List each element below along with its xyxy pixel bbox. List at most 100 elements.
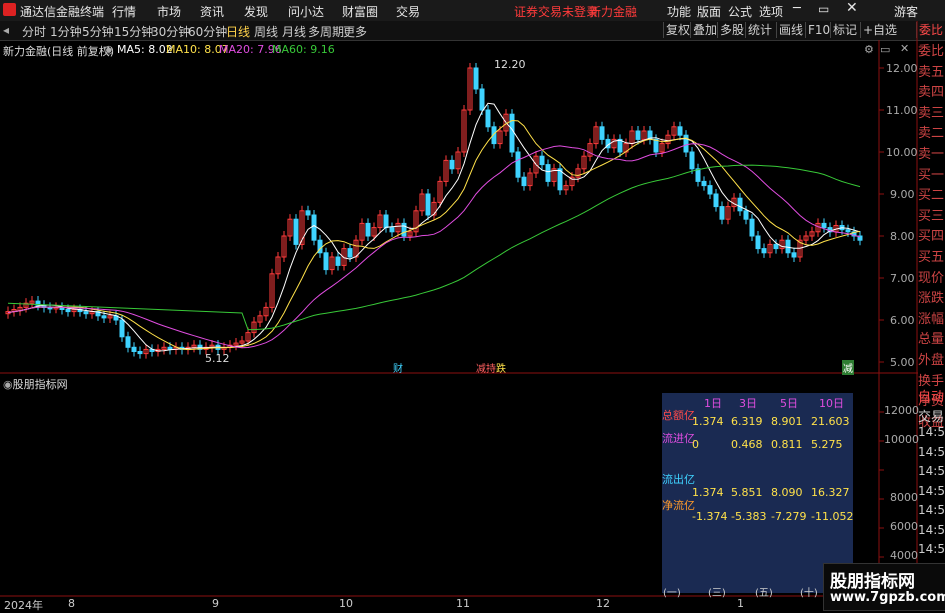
candle-body bbox=[365, 222, 371, 237]
sidebar-item: 卖二 bbox=[918, 126, 945, 142]
candle-body bbox=[389, 227, 395, 233]
sub-chart-toggle-icon[interactable]: ◉ bbox=[3, 378, 13, 391]
x-label: 11 bbox=[456, 597, 470, 610]
candle-body bbox=[755, 235, 761, 250]
flow-cell: 5.275 bbox=[811, 438, 843, 451]
flow-button-5[interactable]: (五) bbox=[755, 584, 773, 599]
flow-cell: 8.901 bbox=[771, 415, 803, 428]
flow-header: 5日 bbox=[780, 397, 798, 410]
flow-cell: -11.052 bbox=[811, 510, 854, 523]
sub-y-tick: 12000 bbox=[884, 404, 919, 417]
candle-body bbox=[347, 248, 353, 258]
candle-body bbox=[713, 193, 719, 208]
flow-cell: 1.374 bbox=[692, 486, 724, 499]
sidebar-item: 委比 bbox=[918, 44, 945, 59]
candle-body bbox=[845, 229, 851, 233]
watermark-url: www.7gpzb.com bbox=[830, 590, 945, 605]
candle-body bbox=[401, 222, 407, 237]
candle-body bbox=[761, 248, 767, 254]
flow-button-3[interactable]: (三) bbox=[708, 584, 726, 599]
flow-cell: 0 bbox=[692, 438, 699, 451]
flow-cell: 1.374 bbox=[692, 415, 724, 428]
ma20-line bbox=[7, 143, 861, 349]
candle-body bbox=[599, 126, 605, 140]
candle-body bbox=[677, 126, 683, 136]
candle-body bbox=[65, 309, 71, 313]
flow-cell: -1.374 bbox=[692, 510, 728, 523]
candle-body bbox=[707, 185, 713, 195]
candle-body bbox=[821, 222, 827, 229]
flow-row-label: 流进亿 bbox=[662, 432, 695, 445]
sub-chart-title-text: 股朋指标网 bbox=[12, 378, 68, 391]
high-label: 12.20 bbox=[494, 58, 526, 71]
x-label: 2024年 bbox=[4, 599, 43, 612]
candle-body bbox=[773, 243, 779, 250]
candle-body bbox=[719, 206, 725, 220]
sub-chart-title: ◉股朋指标网 bbox=[3, 376, 68, 392]
flow-row-label: 总额亿 bbox=[662, 409, 695, 422]
candle-body bbox=[701, 180, 707, 187]
event-marker-cai[interactable]: 财 bbox=[393, 360, 403, 375]
candle-body bbox=[425, 193, 431, 216]
sidebar-bottom-item: 14:56 bbox=[918, 503, 945, 517]
x-label: 1 bbox=[737, 597, 744, 610]
event-marker-jianchi[interactable]: 减持 bbox=[476, 360, 496, 375]
flow-button-1[interactable]: (一) bbox=[663, 584, 681, 599]
candle-body bbox=[521, 176, 527, 187]
event-marker-die[interactable]: 跌 bbox=[496, 360, 506, 375]
flow-button-10[interactable]: (十) bbox=[800, 584, 818, 599]
sub-y-tick: 6000 bbox=[890, 520, 918, 533]
x-label: 12 bbox=[596, 597, 610, 610]
sidebar-bottom-item: 14:56 bbox=[918, 444, 945, 459]
y-tick: 7.00 bbox=[890, 272, 915, 285]
candle-body bbox=[137, 351, 143, 355]
x-label: 10 bbox=[339, 597, 353, 610]
event-marker-jian[interactable]: 减 bbox=[842, 360, 854, 375]
candle-body bbox=[311, 214, 317, 241]
candle-body bbox=[509, 113, 515, 153]
candle-body bbox=[125, 336, 131, 348]
flow-cell: 0.468 bbox=[731, 438, 763, 451]
sidebar-bottom-item: 14:56 bbox=[918, 483, 945, 498]
candle-body bbox=[293, 218, 299, 245]
candle-body bbox=[689, 151, 695, 170]
candle-body bbox=[167, 346, 173, 350]
candle-body bbox=[515, 151, 521, 178]
flow-cell: -5.383 bbox=[731, 510, 767, 523]
y-tick: 9.00 bbox=[890, 188, 915, 201]
flow-cell: 6.319 bbox=[731, 415, 763, 428]
y-tick: 6.00 bbox=[890, 314, 915, 327]
flow-cell: 16.327 bbox=[811, 486, 850, 499]
sub-y-tick: 10000 bbox=[884, 433, 919, 446]
flow-header: 10日 bbox=[819, 397, 844, 410]
candle-body bbox=[653, 138, 659, 153]
sidebar-item: 买四 bbox=[918, 229, 945, 245]
sidebar-item: 外盘 bbox=[918, 353, 945, 368]
sidebar-bottom-item: 14:56 bbox=[918, 425, 945, 439]
candle-body bbox=[83, 311, 89, 315]
watermark: 股朋指标网 www.7gpzb.com bbox=[823, 563, 945, 611]
sidebar-item: 涨跌 bbox=[918, 291, 945, 307]
y-tick: 12.00 bbox=[886, 62, 918, 75]
candle-body bbox=[545, 164, 551, 182]
sidebar-bottom-item: 14:56 bbox=[918, 464, 945, 478]
x-label: 8 bbox=[68, 597, 75, 610]
candle-body bbox=[485, 109, 491, 128]
candle-body bbox=[791, 252, 797, 258]
candle-body bbox=[335, 256, 341, 266]
sub-y-tick: 8000 bbox=[890, 491, 918, 504]
flow-header: 1日 bbox=[704, 397, 722, 410]
candle-body bbox=[323, 252, 329, 271]
watermark-title: 股朋指标网 bbox=[830, 572, 915, 592]
flow-cell: 21.603 bbox=[811, 415, 850, 428]
candle-body bbox=[749, 218, 755, 237]
sidebar-bottom-item[interactable]: 自动 bbox=[918, 386, 945, 405]
sub-y-tick: 4000 bbox=[890, 549, 918, 562]
sidebar-item: 卖五 bbox=[918, 64, 945, 80]
low-label: 5.12 bbox=[205, 352, 230, 365]
sidebar-item: 卖四 bbox=[918, 85, 945, 101]
sidebar-bottom-item: 14:56 bbox=[918, 522, 945, 537]
sidebar-item: 买二 bbox=[918, 188, 945, 204]
candle-body bbox=[305, 210, 311, 216]
sidebar-bottom-item: 交易 bbox=[918, 409, 945, 425]
